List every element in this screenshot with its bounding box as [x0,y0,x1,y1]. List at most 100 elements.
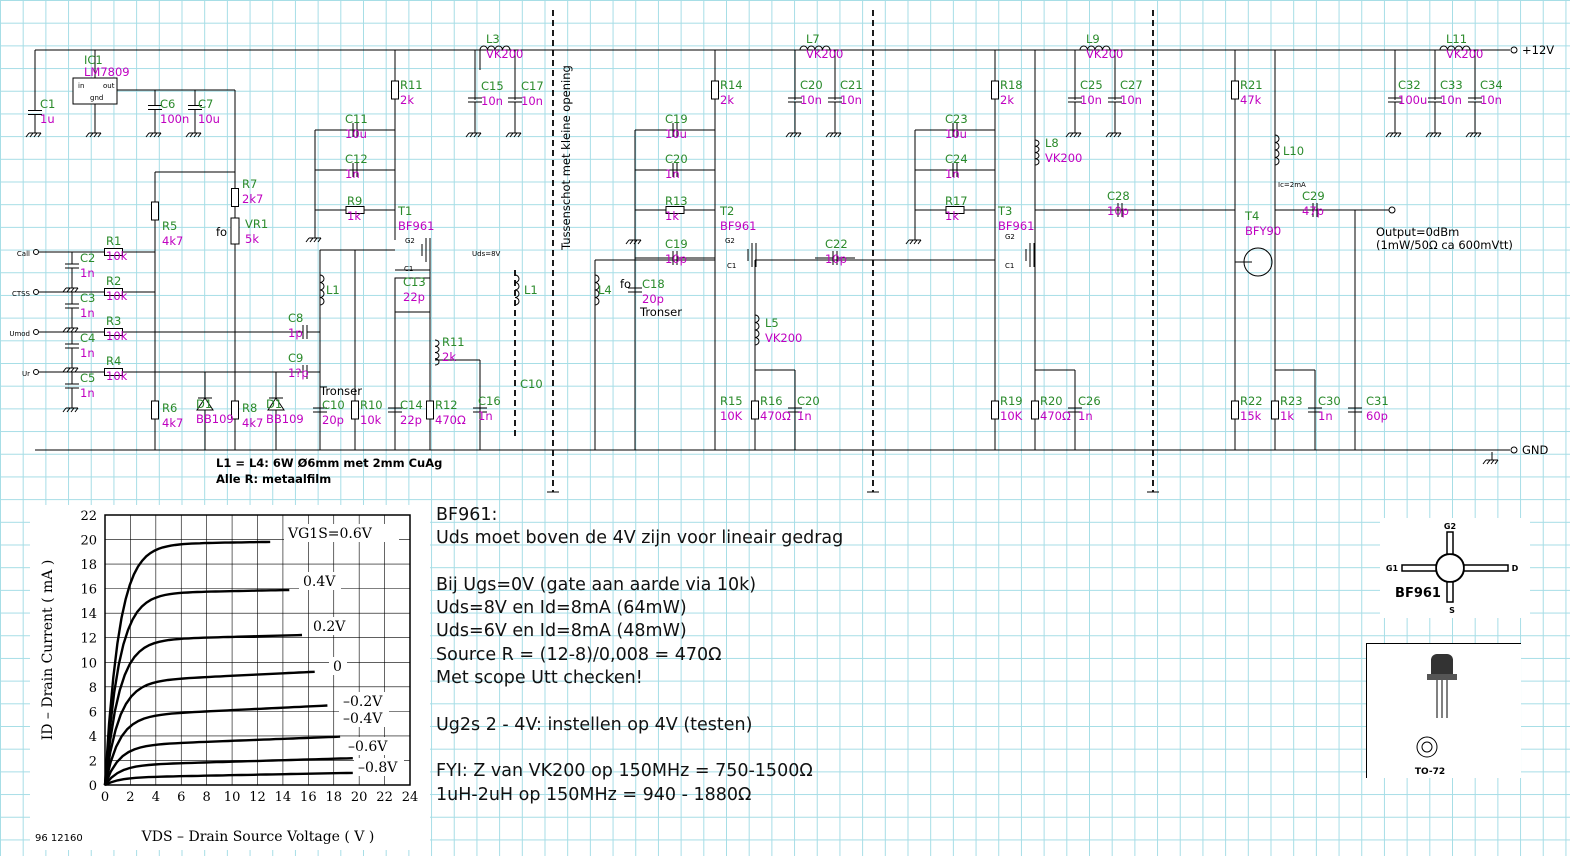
component-ref: C12 [345,152,368,166]
component-ref: C13 [403,275,426,289]
ground-icon [517,132,522,138]
bf961-pinout-diagram: G2 G1 D S BF961 [1380,518,1530,618]
ic-pin-label: out [103,82,115,90]
component-ref: R17 [945,194,968,208]
y-axis-title: ID – Drain Current ( mA ) [40,560,56,741]
component-ref: T3 [997,204,1012,218]
x-tick-label: 12 [249,790,266,805]
component-value: 10n [521,94,543,108]
y-tick-label: 14 [80,607,97,622]
component-ref: R10 [360,398,383,412]
component-value: 10p [1107,204,1129,218]
series-label: –0.6V [348,739,388,755]
ground-icon [37,132,42,138]
pinout-part-name: BF961 [1395,586,1441,601]
note-line: BF961: [436,505,498,525]
x-tick-label: 22 [376,790,393,805]
component-ref: C19 [665,112,688,126]
x-tick-label: 16 [300,790,317,805]
component-ref: R9 [347,194,362,208]
resistor-icon [991,80,999,100]
ground-icon [1433,132,1438,138]
component-ref: C32 [1398,78,1421,92]
ground-icon [145,132,150,138]
input-terminal-icon [33,369,39,375]
ground-icon [797,132,802,138]
note-line: Met scope Utt checken! [436,668,643,689]
transistor-body-icon [1435,553,1465,583]
component-value: 1n [797,409,812,423]
component-ref: L4 [598,283,612,297]
y-tick-label: 6 [89,705,97,720]
component-ref: R5 [162,219,177,233]
component-ref: C8 [288,311,303,325]
ground-label: GND [1522,443,1549,457]
component-value: 10K [1000,409,1023,423]
component-value: 470Ω [1040,409,1071,423]
component-value: LM7809 [84,65,130,79]
resistor-icon [1231,400,1239,420]
ground-icon [625,239,630,245]
component-value: 22p [403,290,425,304]
x-tick-label: 14 [275,790,292,805]
component-value: 10n [1480,93,1502,107]
inductor-icon [1034,139,1040,166]
note-line: Bij Ugs=0V (gate aan aarde via 10k) [436,574,757,595]
resistor-icon [351,400,359,420]
resistor-icon [751,400,759,420]
ground-icon [789,132,794,138]
package-bottom-pin-icon [1421,741,1433,753]
component-value: 10u [665,127,687,141]
ground-icon [509,132,514,138]
component-value: 60p [1366,409,1388,423]
input-terminal-icon [33,289,39,295]
component-value: 10k [106,329,128,343]
component-value: 10n [1080,93,1102,107]
component-value: 1n [80,306,95,320]
ground-icon [33,132,38,138]
c1-label: C1 [727,262,736,270]
y-tick-label: 20 [80,534,97,549]
x-tick-label: 24 [402,790,419,805]
ground-icon [1437,132,1442,138]
component-ref: C2 [80,251,95,265]
ground-icon [1113,132,1118,138]
component-ref: C5 [80,371,95,385]
input-terminal-icon [33,329,39,335]
pin-g2-lead [1446,531,1454,555]
design-notes: BF961: Uds moet boven de 4V zijn voor li… [436,504,996,807]
component-ref: R20 [1040,394,1063,408]
pin-g1-lead [1401,564,1437,572]
component-value: 10n [840,93,862,107]
ground-icon [833,132,838,138]
resistor-icon [991,400,999,420]
ground-icon [1465,132,1470,138]
resistor-note: Alle R: metaalfilm [216,472,331,486]
gate-label: G2 [405,237,415,245]
component-ref: R6 [162,401,177,415]
pin-label-g1: G1 [1386,564,1399,573]
component-value: 10p [825,252,847,266]
ground-terminal-icon [1510,446,1518,454]
y-tick-label: 2 [89,754,97,769]
component-ref: C23 [945,112,968,126]
component-ref: L7 [806,32,820,46]
component-value: 10n [1440,93,1462,107]
ground-icon [1490,459,1495,465]
ground-icon [197,132,202,138]
component-value: 100u [1398,93,1427,107]
y-tick-label: 8 [89,681,97,696]
ground-icon [1389,132,1394,138]
ground-icon [1494,459,1499,465]
ground-icon [317,237,322,243]
component-ref: L8 [1045,136,1059,150]
component-ref: L3 [486,32,500,46]
series-label: VG1S=0.6V [287,526,373,542]
ground-icon [85,132,90,138]
component-value: 1n [665,167,680,181]
inductor-icon [319,274,325,306]
component-ref: R21 [1240,78,1263,92]
component-value: 10n [800,93,822,107]
ground-icon [309,237,314,243]
component-ref: R11 [400,78,423,92]
